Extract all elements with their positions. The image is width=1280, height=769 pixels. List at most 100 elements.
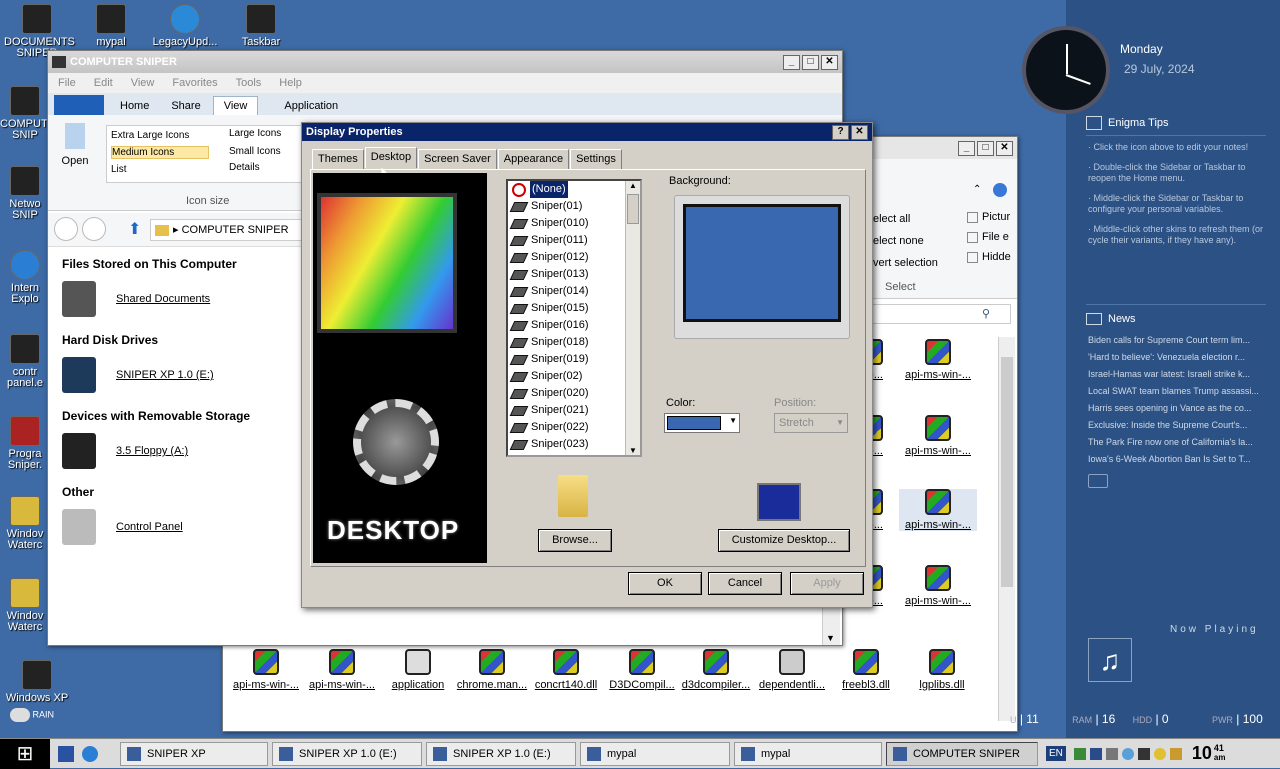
background-list[interactable]: (None) Sniper(01) Sniper(010) Sniper(011… bbox=[506, 179, 642, 457]
cancel-button[interactable]: Cancel bbox=[708, 572, 782, 595]
list-item[interactable]: Sniper(011) bbox=[508, 232, 640, 249]
file-item[interactable]: concrt140.dll bbox=[527, 649, 605, 691]
taskbar-item-active[interactable]: COMPUTER SNIPER bbox=[886, 741, 1038, 766]
select-none-button[interactable]: elect none bbox=[873, 235, 924, 247]
music-note-icon[interactable]: ♫ bbox=[1088, 638, 1132, 682]
close-button[interactable]: ✕ bbox=[821, 54, 838, 70]
taskbar-clock[interactable]: 10 41 am bbox=[1192, 743, 1232, 764]
scroll-down-arrow[interactable]: ▼ bbox=[626, 446, 640, 455]
help-button[interactable]: ? bbox=[832, 124, 849, 140]
tab-settings[interactable]: Settings bbox=[570, 149, 622, 170]
desktop-icon-legacyupdate[interactable]: LegacyUpd... bbox=[152, 4, 218, 48]
back-button[interactable] bbox=[54, 217, 78, 241]
menu-favorites[interactable]: Favorites bbox=[172, 77, 217, 89]
news-item[interactable]: The Park Fire now one of California's la… bbox=[1088, 434, 1270, 451]
scroll-thumb[interactable] bbox=[1001, 357, 1013, 587]
menu-edit[interactable]: Edit bbox=[94, 77, 113, 89]
layout-extra-large[interactable]: Extra Large Icons bbox=[111, 130, 189, 141]
select-all-button[interactable]: elect all bbox=[873, 213, 910, 225]
list-item[interactable]: Sniper(018) bbox=[508, 334, 640, 351]
desktop-icon-watercolor-2[interactable]: Windov Waterc bbox=[0, 578, 50, 633]
hidden-items-check[interactable]: Hidde bbox=[967, 251, 1011, 263]
position-select[interactable]: Stretch ▼ bbox=[774, 413, 848, 433]
minimize-button[interactable]: _ bbox=[958, 140, 975, 156]
news-item[interactable]: Exclusive: Inside the Supreme Court's... bbox=[1088, 417, 1270, 434]
maximize-button[interactable]: □ bbox=[977, 140, 994, 156]
scroll-thumb[interactable] bbox=[627, 194, 639, 224]
list-item[interactable]: Sniper(012) bbox=[508, 249, 640, 266]
tray-smiley-icon[interactable] bbox=[1153, 747, 1166, 760]
tab-application[interactable]: Application bbox=[274, 97, 348, 115]
file-item[interactable]: api-ms-win-... bbox=[899, 415, 977, 457]
layout-large[interactable]: Large Icons bbox=[229, 128, 281, 139]
file-item[interactable]: D3DCompil... bbox=[603, 649, 681, 691]
desktop-icon-network[interactable]: Netwo SNIP bbox=[0, 166, 50, 221]
file-item[interactable]: api-ms-win-... bbox=[899, 339, 977, 381]
layout-details[interactable]: Details bbox=[229, 162, 260, 173]
list-item[interactable]: Sniper(022) bbox=[508, 419, 640, 436]
list-item[interactable]: Sniper(015) bbox=[508, 300, 640, 317]
taskbar-item[interactable]: SNIPER XP 1.0 (E:) bbox=[426, 741, 576, 766]
file-item[interactable]: freebl3.dll bbox=[827, 649, 905, 691]
menu-file[interactable]: File bbox=[58, 77, 76, 89]
help-icon[interactable] bbox=[993, 183, 1007, 197]
explorer-titlebar[interactable]: COMPUTER SNIPER _ □ ✕ bbox=[48, 51, 842, 73]
taskbar-item[interactable]: mypal bbox=[734, 741, 882, 766]
list-item[interactable]: Sniper(014) bbox=[508, 283, 640, 300]
news-item[interactable]: Biden calls for Supreme Court term lim..… bbox=[1088, 332, 1270, 349]
file-item[interactable]: d3dcompiler... bbox=[677, 649, 755, 691]
open-button[interactable]: Open bbox=[58, 123, 92, 167]
tab-home[interactable]: Home bbox=[110, 97, 159, 115]
file-item[interactable]: dependentli... bbox=[753, 649, 831, 691]
file-menu-button[interactable] bbox=[54, 95, 104, 115]
dialog-titlebar[interactable]: Display Properties ? ✕ bbox=[302, 123, 872, 141]
file-extensions-check[interactable]: File e bbox=[967, 231, 1009, 243]
file-item[interactable]: api-ms-win-... bbox=[899, 489, 977, 531]
close-button[interactable]: ✕ bbox=[851, 124, 868, 140]
customize-desktop-button[interactable]: Customize Desktop... bbox=[718, 529, 850, 552]
up-arrow-icon[interactable]: ⬆ bbox=[128, 219, 141, 239]
tray-volume-icon[interactable] bbox=[1137, 747, 1150, 760]
desktop-icon-control-panel[interactable]: contr panel.e bbox=[0, 334, 50, 389]
desktop-icon-mypal[interactable]: mypal bbox=[78, 4, 144, 48]
list-item[interactable]: Sniper(016) bbox=[508, 317, 640, 334]
news-item[interactable]: Harris sees opening in Vance as the co..… bbox=[1088, 400, 1270, 417]
list-item[interactable]: (None) bbox=[508, 181, 640, 198]
desktop-icon-computer[interactable]: COMPUTER SNIP bbox=[0, 86, 63, 141]
notes-icon[interactable] bbox=[1086, 116, 1102, 130]
tab-share[interactable]: Share bbox=[161, 97, 210, 115]
tab-themes[interactable]: Themes bbox=[312, 149, 364, 170]
language-indicator[interactable]: EN bbox=[1046, 746, 1066, 761]
list-item[interactable]: Sniper(023) bbox=[508, 436, 640, 453]
checkbox[interactable] bbox=[967, 231, 978, 243]
menu-view[interactable]: View bbox=[131, 77, 155, 89]
file-item[interactable]: api-ms-win-... bbox=[899, 565, 977, 607]
file-item[interactable]: chrome.man... bbox=[453, 649, 531, 691]
tab-view[interactable]: View bbox=[212, 96, 259, 115]
list-item[interactable]: Sniper(019) bbox=[508, 351, 640, 368]
close-button[interactable]: ✕ bbox=[996, 140, 1013, 156]
menu-tools[interactable]: Tools bbox=[236, 77, 262, 89]
scroll-down-arrow[interactable]: ▼ bbox=[826, 633, 835, 643]
desktop-icon-taskbar[interactable]: Taskbar bbox=[228, 4, 294, 48]
tab-appearance[interactable]: Appearance bbox=[497, 149, 570, 170]
start-button[interactable]: ⊞ bbox=[0, 738, 50, 769]
taskbar-item[interactable]: mypal bbox=[580, 741, 730, 766]
shared-documents-item[interactable]: Shared Documents bbox=[48, 275, 302, 323]
item-checkboxes-check[interactable]: Pictur bbox=[967, 211, 1010, 223]
news-item[interactable]: Iowa's 6-Week Abortion Ban Is Set to T..… bbox=[1088, 451, 1270, 468]
collapse-ribbon-icon[interactable]: ⌃ bbox=[973, 184, 981, 195]
taskbar-item[interactable]: SNIPER XP bbox=[120, 741, 268, 766]
list-item[interactable]: Sniper(01) bbox=[508, 198, 640, 215]
list-item[interactable]: Sniper(010) bbox=[508, 215, 640, 232]
tab-screen-saver[interactable]: Screen Saver bbox=[418, 149, 497, 170]
tab-desktop[interactable]: Desktop bbox=[364, 147, 418, 168]
menu-help[interactable]: Help bbox=[279, 77, 302, 89]
checkbox[interactable] bbox=[967, 211, 978, 223]
desktop-icon-programs[interactable]: Progra Sniper. bbox=[0, 416, 50, 471]
back-scrollbar[interactable] bbox=[998, 337, 1015, 721]
tray-tools-icon[interactable] bbox=[1169, 747, 1182, 760]
ok-button[interactable]: OK bbox=[628, 572, 702, 595]
tray-network-icon[interactable] bbox=[1073, 747, 1086, 760]
checkbox[interactable] bbox=[967, 251, 978, 263]
